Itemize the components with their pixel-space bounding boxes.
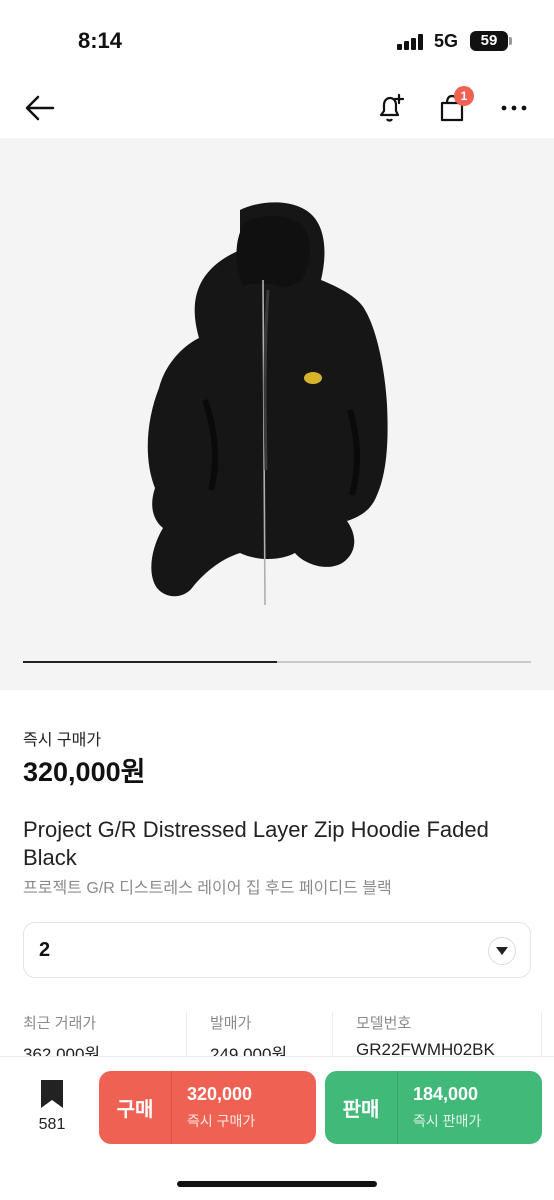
gallery-progress-track	[23, 661, 531, 663]
status-bar: 8:14 5G 59	[0, 0, 554, 80]
battery-icon: 59	[470, 31, 512, 51]
bookmark-icon	[41, 1080, 63, 1108]
back-arrow-icon	[25, 95, 55, 121]
product-title-korean: 프로젝트 G/R 디스트레스 레이어 집 후드 페이디드 블랙	[23, 880, 392, 897]
selected-size: 2	[39, 939, 51, 961]
stat-divider	[186, 1012, 187, 1058]
product-image-gallery[interactable]	[0, 138, 554, 690]
buy-label: 구매	[116, 1099, 154, 1121]
sell-button[interactable]: 판매 184,000 즉시 판매가	[325, 1071, 542, 1144]
stat-label: 발매가	[210, 1015, 252, 1032]
sell-label: 판매	[342, 1099, 380, 1121]
release-price: 발매가 249,000원	[210, 1006, 330, 1064]
gallery-progress-indicator	[23, 661, 277, 663]
status-time: 8:14	[78, 28, 123, 53]
recent-trade-price: 최근 거래가 362,000원	[23, 1006, 183, 1064]
top-navigation: 1	[0, 80, 554, 136]
more-icon	[501, 105, 527, 111]
buy-button[interactable]: 구매 320,000 즉시 구매가	[99, 1071, 316, 1144]
sell-price-label: 즉시 판매가	[413, 1113, 482, 1129]
cellular-signal-icon	[397, 34, 425, 50]
model-number: 모델번호 GR22FWMH02BK	[356, 1006, 536, 1059]
button-divider	[171, 1071, 172, 1144]
wishlist-button[interactable]: 581	[30, 1079, 74, 1135]
stat-divider	[332, 1012, 333, 1058]
button-divider	[397, 1071, 398, 1144]
product-info-stats: 최근 거래가 362,000원 발매가 249,000원 모델번호 GR22FW…	[0, 1006, 554, 1064]
instant-buy-price: 320,000원	[23, 757, 146, 787]
sell-price: 184,000	[413, 1084, 479, 1104]
network-type: 5G	[434, 31, 459, 51]
stat-divider	[541, 1012, 542, 1058]
instant-buy-price-label: 즉시 구매가	[23, 732, 102, 749]
product-image	[147, 202, 388, 606]
shopping-bag-button[interactable]: 1	[432, 86, 474, 128]
bell-plus-icon	[379, 93, 405, 122]
wishlist-count: 581	[38, 1116, 66, 1133]
stat-label: 모델번호	[356, 1015, 412, 1032]
home-indicator	[177, 1181, 377, 1187]
bottom-action-bar: 581 구매 320,000 즉시 구매가 판매 184,000 즉시 판매가	[0, 1056, 554, 1200]
stat-label: 최근 거래가	[23, 1015, 97, 1032]
size-selector[interactable]: 2	[23, 922, 531, 978]
dropdown-chevron-icon	[488, 937, 516, 965]
back-button[interactable]	[20, 88, 60, 128]
buy-price-label: 즉시 구매가	[187, 1113, 256, 1129]
buy-price: 320,000	[187, 1084, 253, 1104]
notification-button[interactable]	[370, 88, 410, 128]
product-title-english: Project G/R Distressed Layer Zip Hoodie …	[23, 817, 489, 870]
cart-count-badge: 1	[454, 86, 474, 106]
more-button[interactable]	[494, 88, 534, 128]
